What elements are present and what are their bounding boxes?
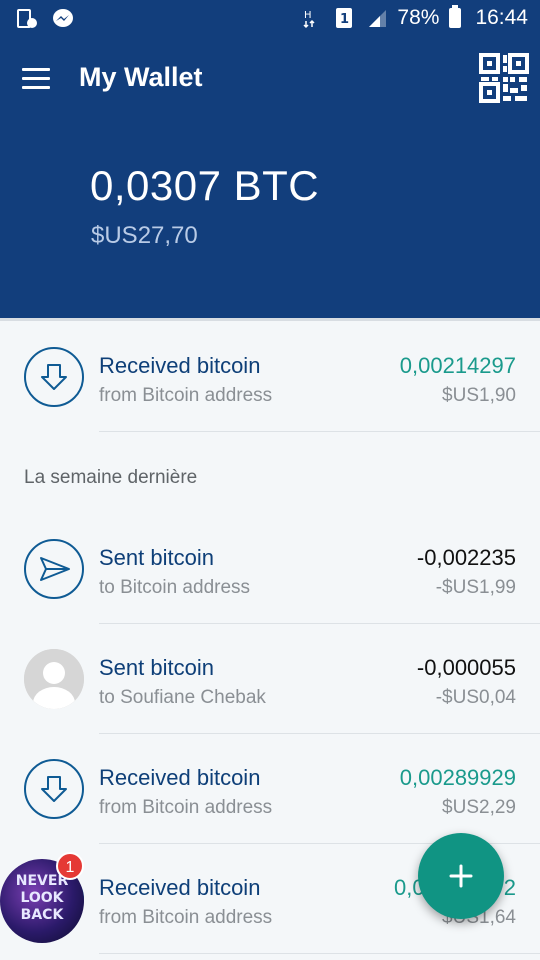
status-bar: H 1 78% 16:44 — [0, 0, 540, 38]
tx-fiat: -$US1,99 — [435, 577, 516, 598]
qr-code-icon[interactable] — [478, 52, 530, 104]
tx-title: Sent bitcoin — [99, 655, 214, 680]
tx-subtitle: from Bitcoin address — [99, 385, 273, 406]
tx-amount: -0,000055 — [416, 655, 516, 680]
tx-fiat: $US1,90 — [442, 385, 516, 406]
clock: 16:44 — [475, 6, 528, 29]
svg-text:H: H — [304, 10, 312, 21]
section-label: La semaine dernière — [24, 467, 198, 488]
tx-title: Received bitcoin — [99, 875, 261, 900]
tx-title: Received bitcoin — [99, 353, 261, 378]
tx-title: Received bitcoin — [99, 765, 261, 790]
receive-icon — [24, 347, 84, 407]
messenger-icon — [52, 8, 74, 30]
battery-percent: 78% — [397, 6, 440, 29]
tx-title: Sent bitcoin — [99, 545, 214, 570]
tx-subtitle: to Bitcoin address — [99, 577, 251, 598]
notification-badge: 1 — [56, 852, 84, 880]
network-h-icon: H — [303, 7, 325, 29]
tx-fiat: $US2,29 — [442, 797, 516, 818]
sim-download-icon — [16, 8, 38, 30]
plus-icon — [449, 864, 473, 888]
tx-amount: 0,00289929 — [399, 765, 516, 790]
avatar-icon — [24, 649, 84, 709]
page-title: My Wallet — [79, 62, 203, 92]
tx-amount: 0,00214297 — [399, 353, 516, 378]
divider — [99, 431, 540, 432]
tx-subtitle: to Soufiane Chebak — [99, 687, 266, 708]
tx-subtitle: from Bitcoin address — [99, 907, 273, 928]
list-item[interactable]: Received bitcoin from Bitcoin address 0,… — [0, 734, 540, 844]
svg-text:1: 1 — [340, 12, 349, 27]
sim-1-icon: 1 — [335, 7, 357, 29]
chat-head[interactable]: NEVER LOOK BACK 1 — [0, 852, 86, 947]
divider — [99, 953, 540, 954]
tx-amount: -0,002235 — [416, 545, 516, 570]
wallet-header: My Wallet 0,0307 BTC $US27,70 — [0, 38, 540, 318]
battery-icon — [449, 5, 462, 28]
list-item[interactable]: Sent bitcoin to Bitcoin address -0,00223… — [0, 514, 540, 624]
receive-icon — [24, 759, 84, 819]
balance-btc[interactable]: 0,0307 BTC — [90, 162, 319, 210]
add-fab-button[interactable] — [418, 833, 504, 919]
hamburger-icon[interactable] — [22, 68, 50, 89]
tx-subtitle: from Bitcoin address — [99, 797, 273, 818]
list-item[interactable]: Sent bitcoin to Soufiane Chebak -0,00005… — [0, 624, 540, 734]
send-icon — [24, 539, 84, 599]
signal-icon — [367, 8, 387, 28]
tx-fiat: -$US0,04 — [435, 687, 516, 708]
chat-head-text: NEVER LOOK BACK — [15, 873, 69, 923]
list-item[interactable]: Received bitcoin from Bitcoin address 0,… — [0, 322, 540, 432]
balance-fiat: $US27,70 — [91, 222, 198, 249]
tx-amount-tail: 2 — [503, 875, 516, 900]
